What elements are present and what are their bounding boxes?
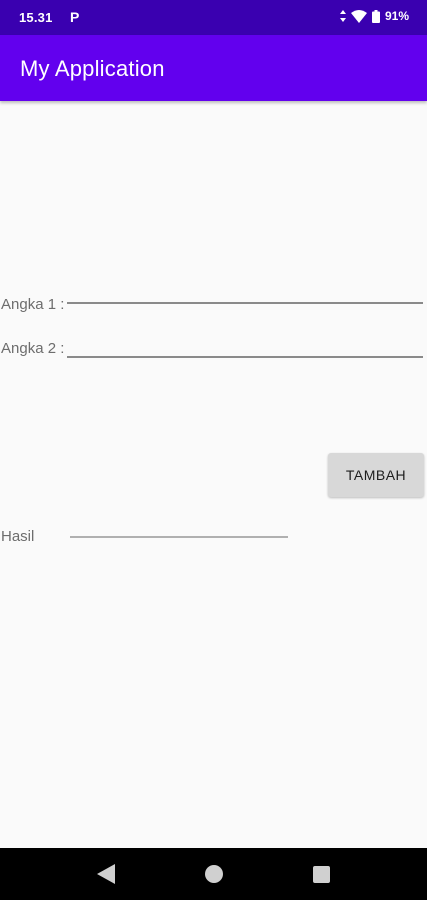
app-title: My Application bbox=[20, 56, 165, 81]
back-icon bbox=[97, 864, 115, 884]
home-button[interactable] bbox=[184, 848, 244, 900]
app-bar: My Application bbox=[0, 35, 427, 101]
recents-button[interactable] bbox=[291, 848, 351, 900]
angka2-label: Angka 2 : bbox=[1, 340, 65, 357]
p-icon: P bbox=[70, 9, 80, 25]
status-time: 15.31 bbox=[19, 10, 53, 25]
tambah-button[interactable]: TAMBAH bbox=[328, 453, 424, 497]
status-icons: 91% bbox=[339, 9, 409, 23]
hasil-output bbox=[70, 516, 288, 538]
angka1-input[interactable] bbox=[67, 282, 423, 304]
hasil-label: Hasil bbox=[1, 528, 35, 545]
recents-icon bbox=[312, 865, 330, 883]
battery-percent: 91% bbox=[384, 9, 409, 23]
angka2-input[interactable] bbox=[67, 336, 423, 358]
wifi-icon bbox=[350, 9, 367, 23]
status-bar: 15.31 P 91% bbox=[0, 0, 427, 35]
angka1-label: Angka 1 : bbox=[1, 296, 65, 313]
data-arrows-icon bbox=[339, 10, 346, 22]
battery-icon bbox=[371, 9, 380, 23]
navigation-bar bbox=[0, 848, 427, 900]
back-button[interactable] bbox=[76, 848, 136, 900]
home-icon bbox=[205, 865, 223, 883]
